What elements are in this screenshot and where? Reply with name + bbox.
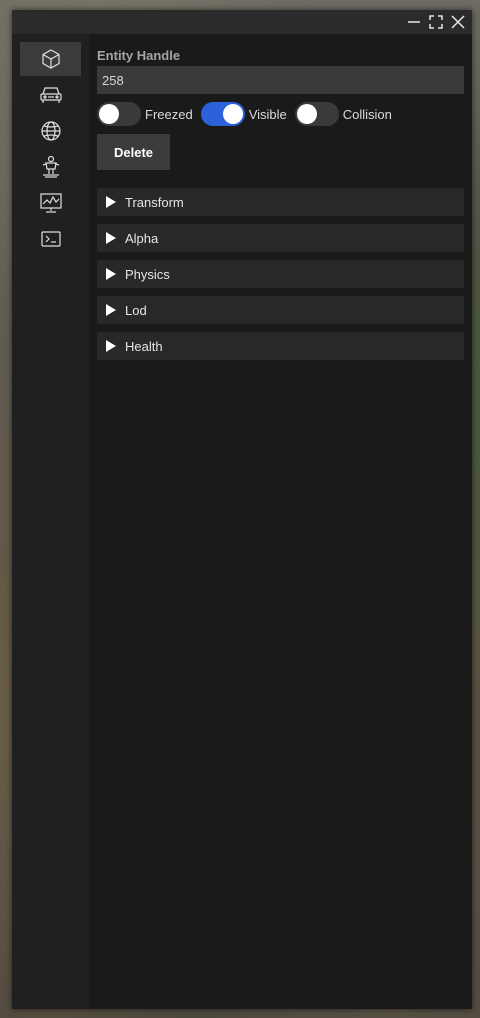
- section-alpha[interactable]: Alpha: [97, 224, 464, 252]
- entity-handle-input[interactable]: [97, 66, 464, 94]
- entity-panel: Entity Handle Freezed Visible Collision …: [89, 34, 472, 1009]
- collision-label: Collision: [342, 106, 392, 122]
- expand-arrow-icon: [106, 196, 116, 208]
- toggle-knob: [222, 104, 243, 124]
- title-bar: [12, 10, 472, 34]
- expand-arrow-icon: [106, 232, 116, 244]
- sidebar-item-entity[interactable]: [20, 42, 81, 76]
- toggle-knob: [99, 104, 119, 124]
- section-label: Physics: [125, 266, 170, 282]
- visible-toggle[interactable]: [200, 102, 245, 126]
- section-health[interactable]: Health: [97, 332, 464, 360]
- delete-button[interactable]: Delete: [97, 134, 170, 170]
- section-physics[interactable]: Physics: [97, 260, 464, 288]
- maximize-icon[interactable]: [427, 13, 445, 31]
- close-icon[interactable]: [449, 13, 467, 31]
- collision-toggle[interactable]: [294, 102, 339, 126]
- section-label: Lod: [125, 302, 147, 318]
- sidebar-item-ped[interactable]: [20, 150, 81, 184]
- expand-arrow-icon: [106, 304, 116, 316]
- toggle-row: Freezed Visible Collision: [97, 102, 400, 126]
- freezed-toggle[interactable]: [97, 102, 141, 126]
- tool-window: Entity Handle Freezed Visible Collision …: [12, 10, 472, 1009]
- minimize-icon[interactable]: [405, 13, 423, 31]
- freezed-label: Freezed: [145, 106, 193, 122]
- sidebar: [12, 34, 89, 1009]
- terminal-icon: [40, 231, 61, 247]
- expand-arrow-icon: [106, 340, 116, 352]
- expand-arrow-icon: [106, 268, 116, 280]
- visible-label: Visible: [248, 106, 287, 122]
- entity-handle-label: Entity Handle: [97, 48, 181, 63]
- sidebar-item-monitor[interactable]: [20, 186, 81, 220]
- sidebar-item-vehicle[interactable]: [20, 78, 81, 112]
- section-label: Health: [125, 338, 163, 354]
- sidebar-item-console[interactable]: [20, 222, 81, 256]
- section-transform[interactable]: Transform: [97, 188, 464, 216]
- section-label: Transform: [125, 194, 184, 210]
- ped-icon: [42, 155, 59, 178]
- cube-icon: [41, 49, 60, 69]
- sidebar-item-world[interactable]: [20, 114, 81, 148]
- section-label: Alpha: [125, 230, 159, 246]
- toggle-knob: [296, 104, 317, 124]
- monitor-chart-icon: [39, 193, 62, 213]
- section-lod[interactable]: Lod: [97, 296, 464, 324]
- car-icon: [39, 87, 62, 103]
- globe-icon: [40, 121, 61, 141]
